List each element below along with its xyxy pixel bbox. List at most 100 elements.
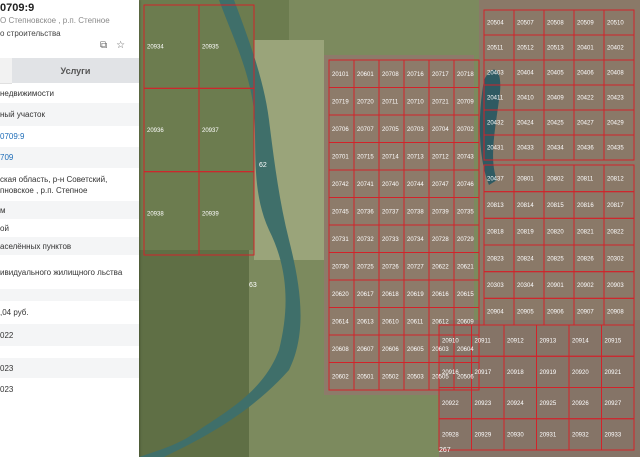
property-blank-row [0, 289, 139, 301]
parcel-label: 20615 [457, 292, 474, 298]
parcel-label: 20743 [457, 154, 474, 160]
parcel-label: 20704 [432, 127, 449, 133]
parcel-label: 20605 [407, 347, 424, 353]
parcel-label: 20814 [517, 203, 534, 209]
parcel-label: 20619 [407, 292, 424, 298]
parcel-label: 20607 [357, 347, 374, 353]
parcel-label: 20822 [607, 230, 624, 236]
parcel-label: 20818 [487, 230, 504, 236]
parcel-label: 20403 [487, 71, 504, 77]
parcel-label: 20711 [382, 99, 399, 105]
parcel-label: 20908 [607, 310, 624, 316]
parcel-label: 20612 [432, 319, 449, 325]
tab-info[interactable] [0, 58, 12, 84]
parcel-label: 20507 [517, 21, 534, 27]
parcel-label: 20432 [487, 121, 504, 127]
parcel-label: 20422 [577, 96, 594, 102]
parcel-label: 20733 [382, 237, 399, 243]
cadastral-map[interactable]: 20101 20601 20708 20716 20717 20718 20719 20720… [139, 0, 640, 457]
parcel-label: 20434 [547, 146, 564, 152]
parcel-label: 20509 [577, 21, 594, 27]
parcel-label: 20304 [517, 283, 534, 289]
parcel-label: 20919 [540, 370, 557, 376]
parcel-label: 20928 [442, 432, 459, 438]
parcel-label: 20401 [577, 46, 594, 52]
parcel-label: 20932 [572, 432, 589, 438]
parcel-label: 20713 [407, 154, 424, 160]
parcel-label: 20708 [382, 72, 399, 78]
parcel-label: 20410 [517, 96, 534, 102]
parcel-label: 20904 [487, 310, 504, 316]
parcel-label: 20715 [357, 154, 374, 160]
parcel-label: 20402 [607, 46, 624, 52]
parcel-label: 20706 [332, 127, 349, 133]
parcel-label: 20435 [607, 146, 624, 152]
property-status: ой [0, 223, 9, 233]
property-list: недвижимости ный участок 0709:9 709 ская… [0, 83, 139, 400]
parcel-label: 20728 [432, 237, 449, 243]
parcel-label: 20621 [457, 264, 474, 270]
parcel-label: 20707 [357, 127, 374, 133]
parcel-label: 20823 [487, 256, 504, 262]
parcel-label: 20911 [475, 339, 492, 345]
satellite-map[interactable]: 20101 20601 20708 20716 20717 20718 20719 20720… [139, 0, 640, 457]
parcel-label: 20406 [577, 71, 594, 77]
property-address: ская область, р-н Советский, пновское , … [0, 174, 108, 195]
parcel-label: 20502 [382, 374, 399, 380]
parcel-label: 20622 [432, 264, 449, 270]
parcel-label: 20741 [357, 182, 374, 188]
parcel-label: 20729 [457, 237, 474, 243]
parcel-label: 20716 [407, 72, 424, 78]
tab-services[interactable]: Услуги [12, 58, 139, 83]
cadastral-quarter-link[interactable]: 709 [0, 147, 139, 168]
copy-icon[interactable]: ⧉ [100, 41, 107, 51]
parcel-label: 20618 [382, 292, 399, 298]
parcel-label: 20914 [572, 339, 589, 345]
parcel-label: 20712 [432, 154, 449, 160]
parcel-label: 20745 [332, 209, 349, 215]
parcel-label: 20915 [605, 339, 622, 345]
parcel-label: 20802 [547, 176, 564, 182]
parcel-label: 20431 [487, 146, 504, 152]
parcel-label: 20817 [607, 203, 624, 209]
parcel-label: 20721 [432, 99, 449, 105]
parcel-label: 20606 [382, 347, 399, 353]
parcel-label: 20815 [547, 203, 564, 209]
parcel-label: 20738 [407, 209, 424, 215]
parcel-label: 20917 [475, 370, 492, 376]
parcel-label: 20931 [540, 432, 557, 438]
parcel-label: 20433 [517, 146, 534, 152]
road-label-63: 63 [249, 282, 257, 289]
parcel-label: 20702 [457, 127, 474, 133]
parcel-label: 20910 [442, 339, 459, 345]
parcel-label: 20719 [332, 99, 349, 105]
parcel-label: 20937 [202, 128, 219, 134]
star-icon[interactable]: ☆ [116, 41, 125, 51]
registration-date: 023 [0, 358, 139, 378]
parcel-label: 20423 [607, 96, 624, 102]
parcel-label: 20720 [357, 99, 374, 105]
cadastral-number-link[interactable]: 0709:9 [0, 126, 139, 147]
parcel-label: 20740 [382, 182, 399, 188]
parcel-label: 20821 [577, 230, 594, 236]
property-kind: ный участок [0, 103, 139, 126]
property-type: недвижимости [0, 88, 54, 98]
steppe-area-south [139, 250, 249, 457]
cadastral-value: ,04 руб. [0, 308, 29, 317]
parcel-label: 20824 [517, 256, 534, 262]
parcel-label: 20925 [540, 401, 557, 407]
parcel-label: 20801 [517, 176, 534, 182]
parcel-label: 20427 [577, 121, 594, 127]
parcel-label: 20510 [607, 21, 624, 27]
property-blank-row-2 [0, 346, 139, 358]
parcel-label: 20735 [457, 209, 474, 215]
parcel-label: 20714 [382, 154, 399, 160]
parcel-label: 20511 [487, 46, 504, 52]
parcel-label: 20813 [487, 203, 504, 209]
parcel-label: 20826 [577, 256, 594, 262]
parcel-label: 20302 [607, 256, 624, 262]
parcel-label: 20819 [517, 230, 534, 236]
parcel-label: 20934 [147, 45, 164, 51]
land-category: аселённых пунктов [0, 237, 139, 255]
parcel-label: 20737 [382, 209, 399, 215]
